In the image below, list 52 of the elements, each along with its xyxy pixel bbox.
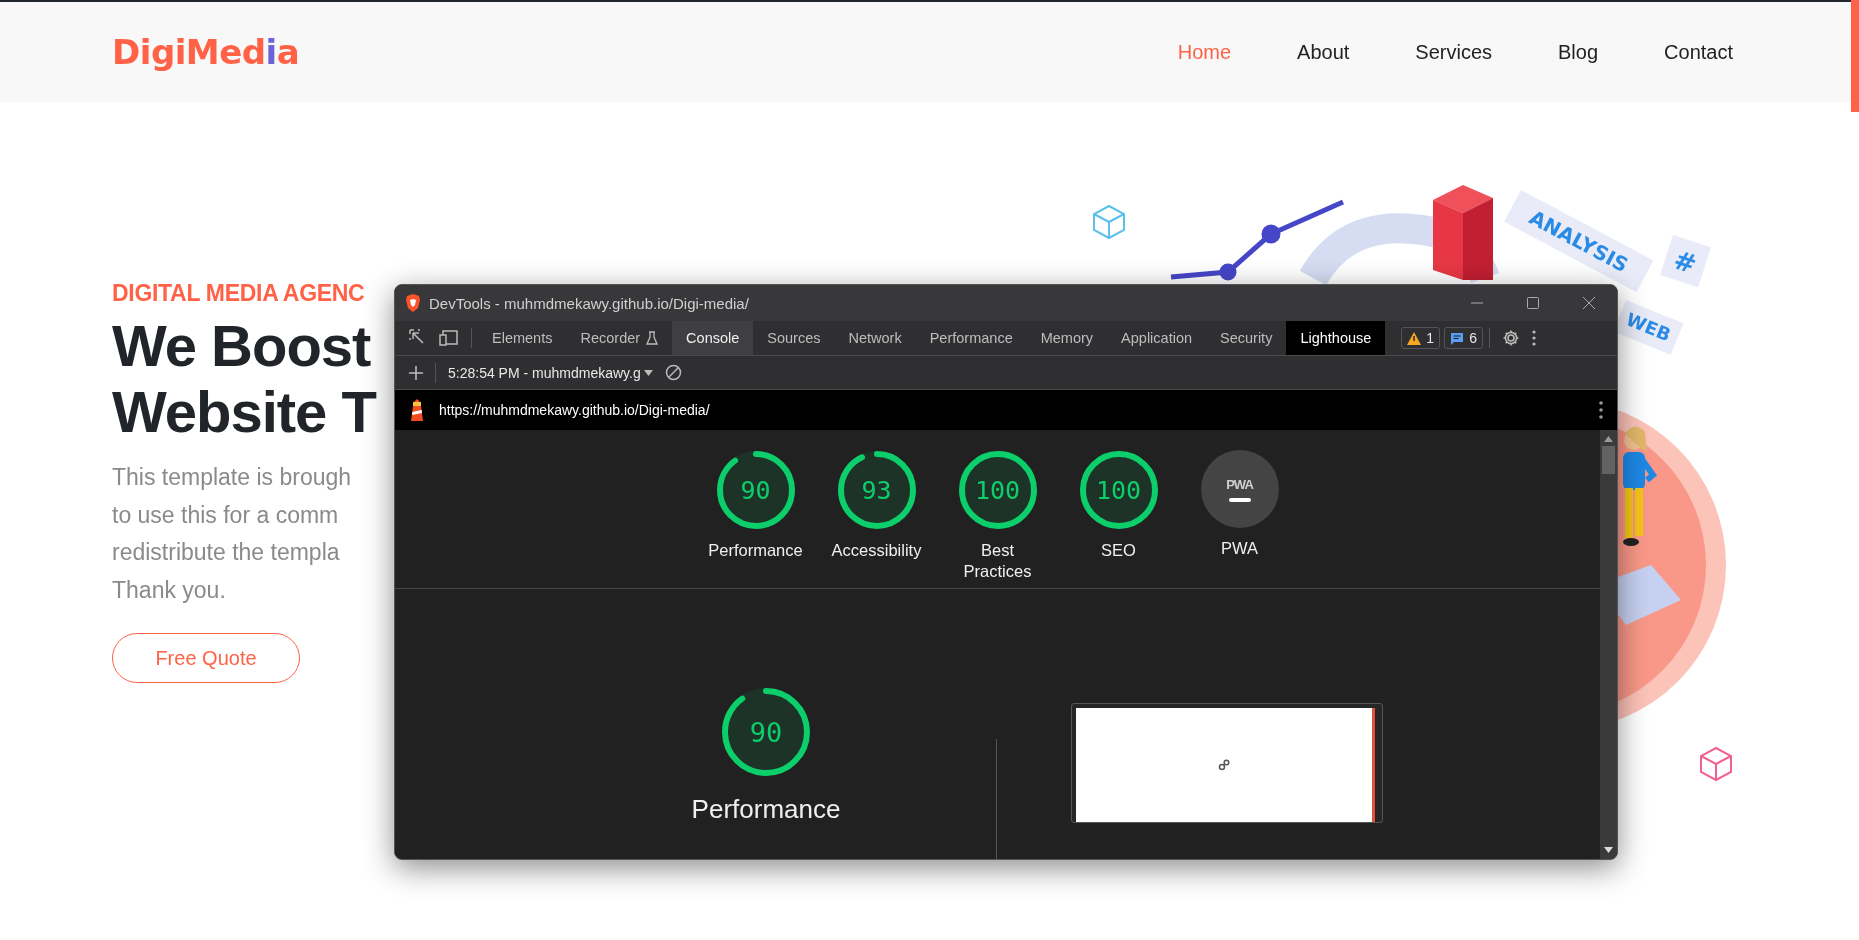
message-icon <box>1450 331 1465 345</box>
score-value: 100 <box>974 475 1021 505</box>
logo[interactable]: DigiMedia <box>112 32 300 72</box>
score-label: Accessibility <box>831 540 922 561</box>
scrollbar-thumb[interactable] <box>1602 446 1615 474</box>
maximize-icon[interactable] <box>1526 296 1540 310</box>
dash-icon <box>1228 497 1251 502</box>
warning-badge[interactable]: 1 <box>1401 327 1441 349</box>
eyebrow-text: DIGITAL MEDIA AGENC <box>112 280 365 307</box>
message-badge[interactable]: 6 <box>1444 327 1483 349</box>
hero-paragraph: This template is brough to use this for a comm redistribute the templa Thank you. <box>112 463 352 605</box>
score-value: 90 <box>740 475 771 505</box>
scroll-down-icon[interactable] <box>1604 847 1613 853</box>
score-label: Best Practices <box>962 540 1033 583</box>
score-label: PWA <box>1221 538 1258 559</box>
warning-icon <box>1407 331 1422 345</box>
window-title: DevTools - muhmdmekawy.github.io/Digi-media/ <box>429 294 749 312</box>
nav-link[interactable]: Services <box>1415 40 1493 64</box>
scrollbar-thumb[interactable] <box>1851 0 1859 112</box>
illustration-tag: # <box>1660 235 1712 288</box>
cube-icon <box>1093 204 1125 240</box>
devtools-tab[interactable]: Performance <box>915 321 1027 355</box>
devtools-tab[interactable]: Application <box>1107 321 1206 355</box>
devtools-tab[interactable]: Lighthouse <box>1286 321 1386 355</box>
category-title: Performance <box>691 793 841 826</box>
nav-link[interactable]: Contact <box>1664 40 1733 64</box>
report-select[interactable]: 5:28:54 PM - muhmdmekawy.g <box>442 364 659 381</box>
more-icon[interactable] <box>1599 401 1603 419</box>
caret-icon <box>643 369 653 376</box>
cube-icon <box>1700 746 1732 782</box>
flask-icon <box>646 331 659 345</box>
scroll-up-icon[interactable] <box>1604 436 1613 442</box>
pwa-logo: PWA <box>1226 476 1253 492</box>
devtools-tab[interactable]: Recorder <box>566 321 673 355</box>
nav-link[interactable]: Blog <box>1558 40 1599 64</box>
score-label: Performance <box>708 540 803 561</box>
score-label: SEO <box>1101 540 1136 561</box>
close-icon[interactable] <box>1582 296 1596 310</box>
devtools-tab[interactable]: Network <box>834 321 916 355</box>
devtools-tab[interactable]: Memory <box>1026 321 1108 355</box>
devtools-tab[interactable]: Security <box>1206 321 1287 355</box>
url-text: https://muhmdmekawy.github.io/Digi-media/ <box>439 402 710 418</box>
score-value: 93 <box>861 475 892 505</box>
lighthouse-icon <box>409 398 425 422</box>
hero-title: We Boost Website T <box>112 313 376 445</box>
score-value: 100 <box>1095 475 1142 505</box>
score-value: 90 <box>749 716 783 748</box>
nav-link[interactable]: About <box>1297 40 1350 64</box>
devtools-tab[interactable]: Elements <box>478 321 567 355</box>
devtools-tab[interactable]: Sources <box>753 321 835 355</box>
devtools-tab[interactable]: Console <box>672 321 754 355</box>
shield-icon <box>405 294 421 312</box>
